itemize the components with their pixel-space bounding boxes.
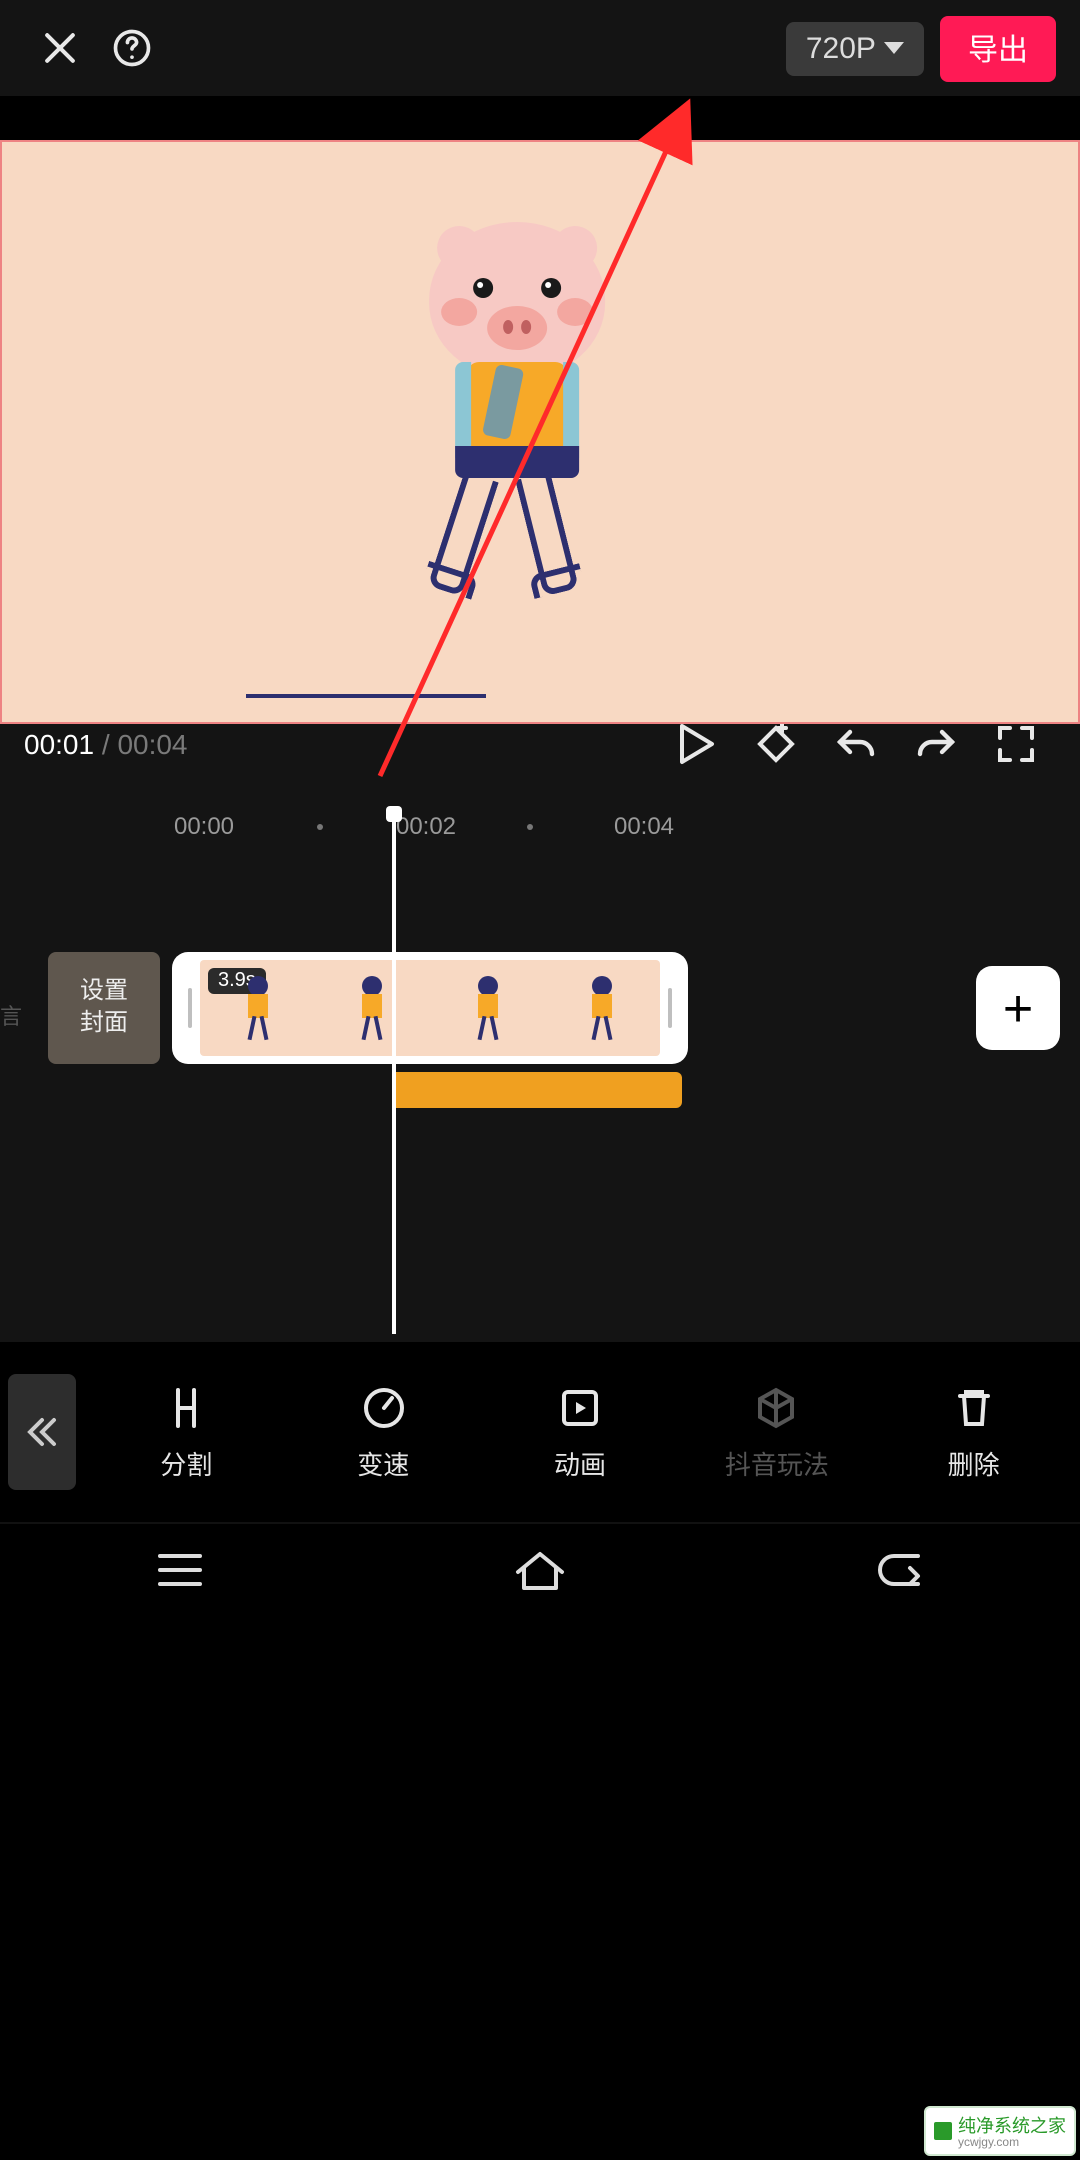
- delete-icon: [950, 1383, 998, 1431]
- video-clip[interactable]: 3.9s: [172, 952, 688, 1064]
- cube-icon: [753, 1383, 801, 1431]
- nav-menu-button[interactable]: [153, 1550, 205, 1600]
- preview-ground-line: [246, 694, 486, 698]
- nav-back-button[interactable]: [875, 1550, 927, 1600]
- audio-track[interactable]: [392, 1072, 682, 1108]
- collapse-toolbar-button[interactable]: [8, 1374, 76, 1490]
- tool-animation[interactable]: 动画: [482, 1383, 679, 1481]
- speed-icon: [359, 1383, 407, 1431]
- keyframe-icon: [754, 722, 798, 766]
- total-time: 00:04: [117, 728, 187, 760]
- home-icon: [512, 1548, 568, 1592]
- timeline[interactable]: 言 设置 封面 3.9s +: [0, 856, 1080, 1342]
- watermark-logo-icon: [934, 2122, 952, 2140]
- timeline-ruler[interactable]: 00:00 00:02 00:04: [0, 800, 1080, 856]
- preview-area: [0, 96, 1080, 688]
- help-icon: [110, 26, 154, 70]
- track-hint-label: 言: [0, 1000, 22, 1032]
- current-time: 00:01: [24, 728, 94, 760]
- clip-handle-left[interactable]: [180, 960, 200, 1056]
- play-icon: [676, 722, 716, 766]
- close-button[interactable]: [24, 12, 96, 84]
- chevron-left-double-icon: [24, 1414, 60, 1450]
- redo-icon: [912, 724, 960, 764]
- close-icon: [38, 26, 82, 70]
- ruler-tick: 00:02: [396, 812, 456, 840]
- clip-thumbnails: 3.9s: [200, 960, 660, 1056]
- nav-home-button[interactable]: [512, 1548, 568, 1602]
- split-icon: [162, 1383, 210, 1431]
- set-cover-button[interactable]: 设置 封面: [48, 952, 160, 1064]
- undo-icon: [832, 724, 880, 764]
- ruler-tick: 00:00: [174, 812, 234, 840]
- export-button[interactable]: 导出: [940, 15, 1056, 81]
- resolution-selector[interactable]: 720P: [786, 21, 924, 75]
- help-button[interactable]: [96, 12, 168, 84]
- playhead[interactable]: [392, 814, 396, 1334]
- ruler-tick: 00:04: [614, 812, 674, 840]
- tool-delete[interactable]: 删除: [875, 1383, 1072, 1481]
- back-icon: [875, 1550, 927, 1590]
- preview-character: [429, 222, 605, 378]
- clip-handle-right[interactable]: [660, 960, 680, 1056]
- add-clip-button[interactable]: +: [976, 966, 1060, 1050]
- tool-speed[interactable]: 变速: [285, 1383, 482, 1481]
- chevron-down-icon: [884, 42, 904, 54]
- animation-icon: [556, 1383, 604, 1431]
- top-bar: 720P 导出: [0, 0, 1080, 96]
- fullscreen-icon: [996, 724, 1036, 764]
- watermark: 纯净系统之家 ycwjgy.com: [924, 2106, 1076, 2156]
- video-preview[interactable]: [0, 140, 1080, 724]
- resolution-label: 720P: [806, 31, 876, 65]
- menu-icon: [153, 1550, 205, 1590]
- tool-douyin-effects: 抖音玩法: [678, 1383, 875, 1481]
- system-nav-bar: [0, 1522, 1080, 1626]
- time-display: 00:01 / 00:04: [24, 728, 188, 760]
- edit-toolbar: 分割 变速 动画 抖音玩法 删除: [0, 1342, 1080, 1522]
- tool-split[interactable]: 分割: [88, 1383, 285, 1481]
